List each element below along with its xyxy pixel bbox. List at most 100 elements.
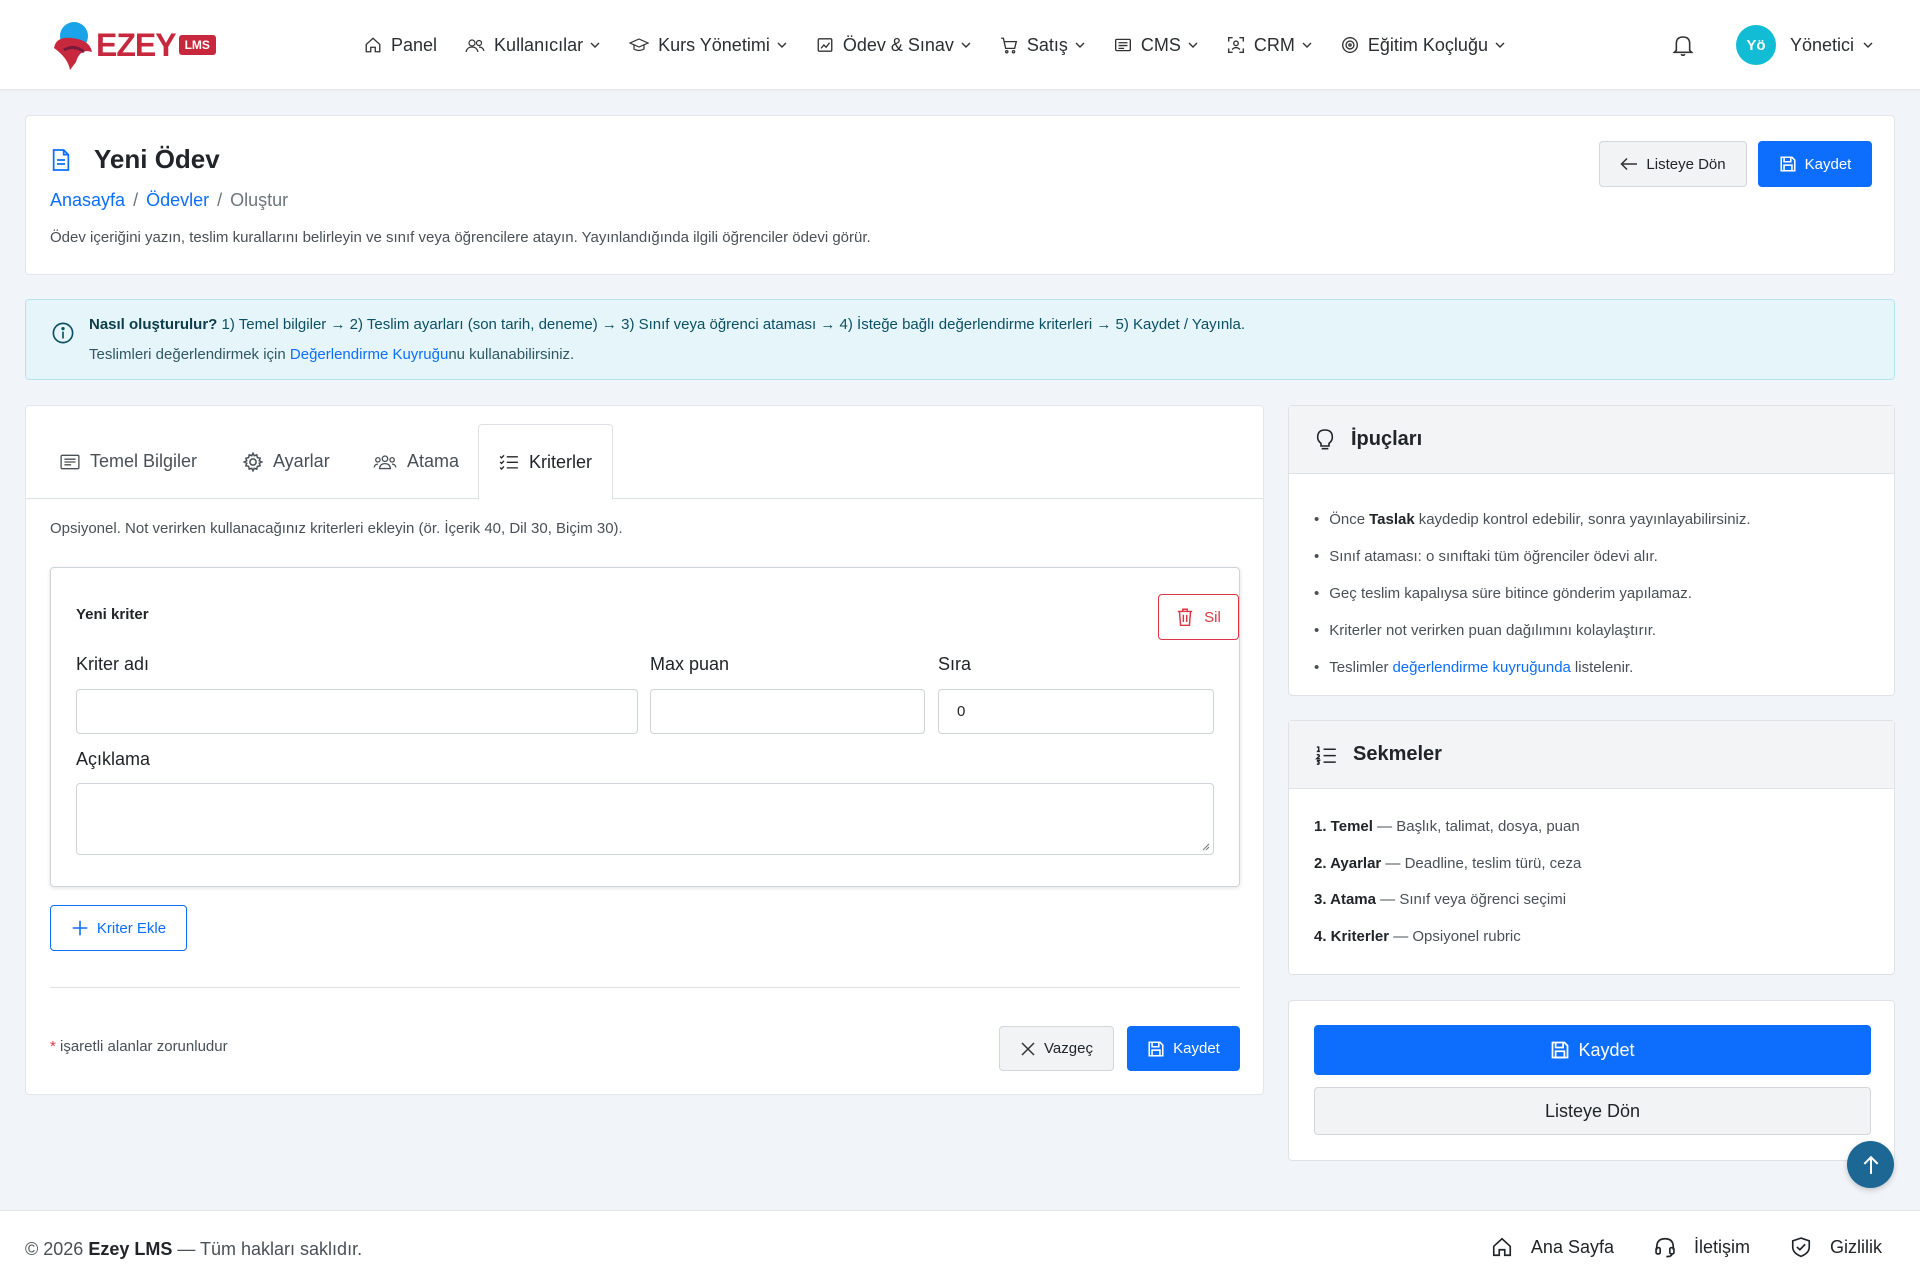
- back-button-label: Listeye Dön: [1646, 155, 1726, 173]
- brand-logo[interactable]: EZEY LMS: [50, 18, 216, 72]
- guide-strong: 1. Temel: [1314, 818, 1373, 835]
- tip-strong: Taslak: [1369, 511, 1415, 528]
- tips-header: İpuçları: [1289, 406, 1894, 474]
- alert-line-2: Teslimleri değerlendirmek için Değerlend…: [89, 346, 574, 363]
- guide-text: — Opsiyonel rubric: [1389, 928, 1521, 945]
- tab-guide-header: Sekmeler: [1289, 721, 1894, 789]
- delete-label: Sil: [1204, 608, 1221, 626]
- nav-item-assignments[interactable]: Ödev & Sınav: [802, 0, 986, 90]
- guide-strong: 3. Atama: [1314, 891, 1376, 908]
- breadcrumb-separator: /: [133, 190, 139, 210]
- copyright-suffix: — Tüm hakları saklıdır.: [172, 1239, 363, 1259]
- list-check-icon: [499, 454, 518, 470]
- breadcrumb-home[interactable]: Anasayfa: [50, 190, 125, 210]
- notifications-button[interactable]: [1672, 33, 1694, 61]
- newspaper-icon: [1114, 38, 1131, 52]
- criteria-note: Opsiyonel. Not verirken kullanacağınız k…: [50, 520, 623, 537]
- scroll-to-top-button[interactable]: [1847, 1141, 1894, 1188]
- tab-guide-title: Sekmeler: [1353, 743, 1442, 765]
- divider: [50, 987, 1240, 988]
- brand-name: EZEY: [96, 26, 177, 63]
- nav-item-coaching[interactable]: Eğitim Koçluğu: [1327, 0, 1520, 90]
- cancel-label: Vazgeç: [1044, 1040, 1093, 1057]
- gear-icon: [243, 451, 263, 472]
- nav-item-panel[interactable]: Panel: [350, 0, 451, 90]
- tip-text: Önce: [1329, 511, 1366, 528]
- page-title-text: Yeni Ödev: [94, 144, 220, 174]
- nav-item-users[interactable]: Kullanıcılar: [451, 0, 615, 90]
- chevron-down-icon: [1302, 42, 1312, 48]
- page-description: Ödev içeriğini yazın, teslim kurallarını…: [50, 229, 871, 246]
- cancel-button[interactable]: Vazgeç: [999, 1026, 1114, 1071]
- list-item: Kriterler not verirken puan dağılımını k…: [1314, 612, 1751, 649]
- tip-text: kaydedip kontrol edebilir, sonra yayınla…: [1418, 511, 1751, 528]
- shield-check-icon: [1791, 1237, 1811, 1258]
- copyright-prefix: © 2026: [25, 1239, 89, 1259]
- page-header-card: Yeni Ödev Anasayfa / Ödevler / Oluştur Ödev …: [25, 115, 1895, 275]
- criterion-item: Yeni kriter Sil Kriter adı Max puan Sıra…: [50, 567, 1240, 887]
- page-footer: © 2026 Ezey LMS — Tüm hakları saklıdır. …: [0, 1210, 1920, 1285]
- add-criterion-button[interactable]: Kriter Ekle: [50, 905, 187, 951]
- breadcrumb-separator: /: [217, 190, 223, 210]
- person-bounding-box-icon: [1227, 37, 1244, 53]
- headset-icon: [1655, 1237, 1675, 1258]
- resize-handle-icon[interactable]: [1200, 841, 1210, 851]
- card-text-icon: [60, 454, 80, 469]
- chevron-down-icon: [1495, 42, 1505, 48]
- max-score-label: Max puan: [650, 654, 730, 674]
- top-navbar: EZEY LMS Panel Kullanıcılar Kurs Yönetim…: [0, 0, 1920, 90]
- floppy-icon: [1780, 156, 1796, 172]
- tip-text: Sınıf ataması: o sınıftaki tüm öğrencile…: [1329, 548, 1658, 565]
- list-item: 2. Ayarlar — Deadline, teslim türü, ceza: [1314, 855, 1581, 872]
- criterion-name-input[interactable]: [76, 689, 638, 734]
- nav-item-crm[interactable]: CRM: [1213, 0, 1327, 90]
- nav-item-cms[interactable]: CMS: [1100, 0, 1213, 90]
- footer-link-home[interactable]: Ana Sayfa: [1491, 1236, 1614, 1258]
- nav-label: Ödev & Sınav: [842, 34, 954, 55]
- tip-text: listelenir.: [1574, 659, 1634, 676]
- sidebar-save-button[interactable]: Kaydet: [1314, 1025, 1871, 1075]
- list-item: ÖnceTaslakkaydedip kontrol edebilir, son…: [1314, 501, 1751, 538]
- save-button[interactable]: Kaydet: [1758, 141, 1872, 187]
- tab-criteria[interactable]: Kriterler: [478, 424, 614, 500]
- tip-text: Kriterler not verirken puan dağılımını k…: [1329, 622, 1657, 639]
- nav-label: Panel: [391, 34, 438, 55]
- cart-icon: [1001, 37, 1018, 54]
- form-save-button[interactable]: Kaydet: [1127, 1026, 1240, 1071]
- alert-line2-prefix: Teslimleri değerlendirmek için: [89, 346, 290, 363]
- nav-item-sales[interactable]: Satış: [986, 0, 1100, 90]
- tip-text: Geç teslim kapalıysa süre bitince gönder…: [1329, 585, 1692, 602]
- guide-strong: 2. Ayarlar: [1314, 855, 1382, 872]
- breadcrumb-assignments[interactable]: Ödevler: [146, 190, 209, 210]
- list-item: 4. Kriterler — Opsiyonel rubric: [1314, 928, 1521, 945]
- max-score-input[interactable]: [650, 689, 925, 734]
- tab-settings[interactable]: Ayarlar: [243, 424, 330, 499]
- grading-queue-link[interactable]: Değerlendirme Kuyruğu: [290, 346, 448, 363]
- page-title: Yeni Ödev: [50, 144, 220, 175]
- footer-link-contact[interactable]: İletişim: [1654, 1236, 1750, 1258]
- tab-label: Ayarlar: [273, 451, 330, 471]
- order-label: Sıra: [938, 654, 972, 674]
- required-note-text: işaretli alanlar zorunludur: [55, 1038, 228, 1055]
- nav-item-courses[interactable]: Kurs Yönetimi: [615, 0, 802, 90]
- grading-queue-tip-link[interactable]: değerlendirme kuyruğunda: [1392, 659, 1570, 676]
- user-menu[interactable]: Yö Yönetici: [1736, 25, 1874, 65]
- order-input[interactable]: 0: [938, 689, 1214, 734]
- clipboard-data-icon: [817, 38, 833, 52]
- description-textarea[interactable]: [76, 783, 1214, 855]
- house-icon: [1492, 1237, 1511, 1257]
- delete-criterion-button[interactable]: Sil: [1158, 594, 1239, 640]
- avatar: Yö: [1736, 25, 1776, 65]
- nav-label: Eğitim Koçluğu: [1367, 34, 1488, 55]
- footer-link-label: İletişim: [1693, 1236, 1750, 1257]
- brand-badge: LMS: [178, 35, 216, 55]
- tab-assignment[interactable]: Atama: [373, 424, 459, 499]
- users-icon: [465, 39, 485, 53]
- footer-link-privacy[interactable]: Gizlilik: [1790, 1236, 1882, 1258]
- tab-basic-info[interactable]: Temel Bilgiler: [60, 424, 197, 499]
- back-to-list-button[interactable]: Listeye Dön: [1599, 141, 1747, 187]
- chevron-down-icon: [590, 42, 600, 48]
- people-icon: [373, 454, 397, 469]
- sidebar-back-button[interactable]: Listeye Dön: [1314, 1087, 1871, 1135]
- tab-label: Temel Bilgiler: [90, 451, 198, 471]
